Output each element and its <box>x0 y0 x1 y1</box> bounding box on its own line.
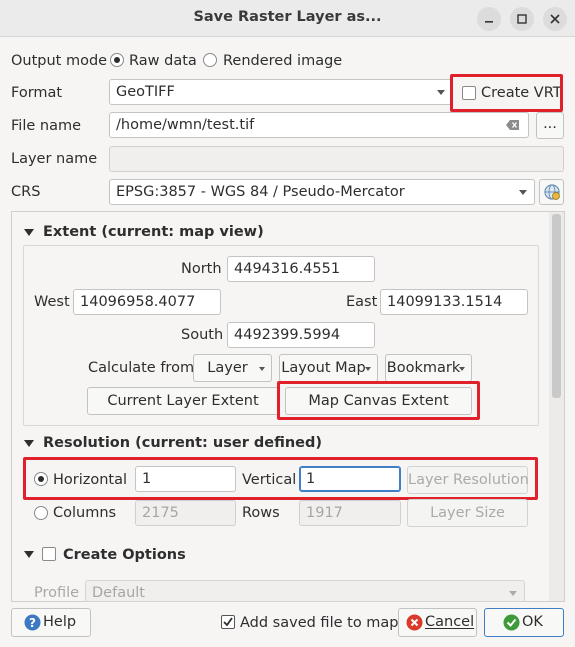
rows-value: 1917 <box>306 505 343 521</box>
crs-label: CRS <box>11 184 41 200</box>
west-input[interactable]: 14096958.4077 <box>73 289 221 315</box>
profile-value: Default <box>92 585 145 601</box>
svg-text:?: ? <box>29 616 36 630</box>
resolution-title[interactable]: Resolution (current: user defined) <box>43 433 322 453</box>
east-input[interactable]: 14099133.1514 <box>380 289 528 315</box>
clear-icon[interactable] <box>506 119 520 131</box>
crs-value: EPSG:3857 - WGS 84 / Pseudo-Mercator <box>116 184 405 200</box>
help-label: Help <box>43 614 77 630</box>
rows-input[interactable]: 1917 <box>299 500 401 526</box>
rows-label: Rows <box>242 505 280 521</box>
add-to-map-checkbox[interactable] <box>221 615 235 629</box>
north-label: North <box>181 261 222 277</box>
file-name-input[interactable]: /home/wmn/test.tif <box>109 112 529 138</box>
raw-data-radio[interactable] <box>110 53 124 67</box>
chevron-down-icon <box>519 190 527 195</box>
layer-button[interactable]: Layer <box>193 354 272 382</box>
east-label: East <box>346 294 378 310</box>
highlight-create-vrt <box>450 74 563 112</box>
ok-icon <box>503 614 520 631</box>
maximize-button[interactable] <box>510 7 534 31</box>
west-value: 14096958.4077 <box>80 294 196 310</box>
minimize-icon <box>485 21 493 23</box>
cancel-button[interactable]: Cancel <box>398 608 477 637</box>
columns-radio[interactable] <box>34 506 48 520</box>
scrollbar-thumb[interactable] <box>552 214 561 398</box>
chevron-down-icon <box>509 591 517 596</box>
cancel-icon <box>406 614 423 631</box>
layer-size-button[interactable]: Layer Size <box>407 499 528 527</box>
rendered-image-radio[interactable] <box>203 53 217 67</box>
south-label: South <box>181 327 224 343</box>
maximize-icon <box>517 14 527 24</box>
rendered-image-label[interactable]: Rendered image <box>223 51 342 71</box>
layer-name-input[interactable] <box>109 146 564 172</box>
highlight-resolution <box>23 457 538 500</box>
title-bar: Save Raster Layer as... <box>0 0 575 37</box>
north-input[interactable]: 4494316.4551 <box>227 256 375 282</box>
format-value: GeoTIFF <box>116 84 175 100</box>
bookmark-button[interactable]: Bookmark <box>385 354 472 382</box>
select-crs-button[interactable] <box>539 179 564 205</box>
columns-value: 2175 <box>142 505 179 521</box>
file-name-value: /home/wmn/test.tif <box>116 117 255 133</box>
west-label: West <box>34 294 70 310</box>
checkmark-icon <box>223 617 233 627</box>
east-value: 14099133.1514 <box>387 294 503 310</box>
layout-map-button[interactable]: Layout Map <box>279 354 378 382</box>
chevron-down-icon <box>437 90 445 95</box>
north-value: 4494316.4551 <box>234 261 341 277</box>
south-input[interactable]: 4492399.5994 <box>227 322 375 348</box>
create-options-checkbox[interactable] <box>42 547 56 561</box>
highlight-map-canvas-extent <box>277 381 480 420</box>
raw-data-label[interactable]: Raw data <box>129 51 197 71</box>
format-label: Format <box>11 85 63 101</box>
help-button[interactable]: ? Help <box>11 608 91 637</box>
current-layer-extent-button[interactable]: Current Layer Extent <box>87 387 279 415</box>
calculate-from-label: Calculate from <box>88 360 195 376</box>
ok-label: OK <box>522 614 543 630</box>
globe-icon <box>544 184 560 200</box>
ok-button[interactable]: OK <box>484 608 564 637</box>
minimize-button[interactable] <box>477 7 501 31</box>
south-value: 4492399.5994 <box>234 327 341 343</box>
profile-select[interactable]: Default <box>85 580 525 602</box>
collapse-extent-icon[interactable] <box>24 229 34 236</box>
columns-input[interactable]: 2175 <box>135 500 236 526</box>
extent-title[interactable]: Extent (current: map view) <box>43 222 264 242</box>
crs-select[interactable]: EPSG:3857 - WGS 84 / Pseudo-Mercator <box>109 179 535 205</box>
format-select[interactable]: GeoTIFF <box>109 79 453 105</box>
layer-name-label: Layer name <box>11 151 98 167</box>
close-button[interactable] <box>543 7 567 31</box>
output-mode-label: Output mode <box>11 53 108 69</box>
columns-label[interactable]: Columns <box>53 503 116 523</box>
collapse-create-options-icon[interactable] <box>24 551 34 558</box>
add-to-map-label[interactable]: Add saved file to map <box>240 613 399 633</box>
help-icon: ? <box>24 614 41 631</box>
profile-label: Profile <box>34 585 80 601</box>
browse-button[interactable]: ... <box>536 112 564 139</box>
close-icon <box>550 14 560 24</box>
cancel-label: Cancel <box>425 614 475 630</box>
file-name-label: File name <box>11 118 81 134</box>
collapse-resolution-icon[interactable] <box>24 440 34 447</box>
create-options-title[interactable]: Create Options <box>63 545 186 565</box>
